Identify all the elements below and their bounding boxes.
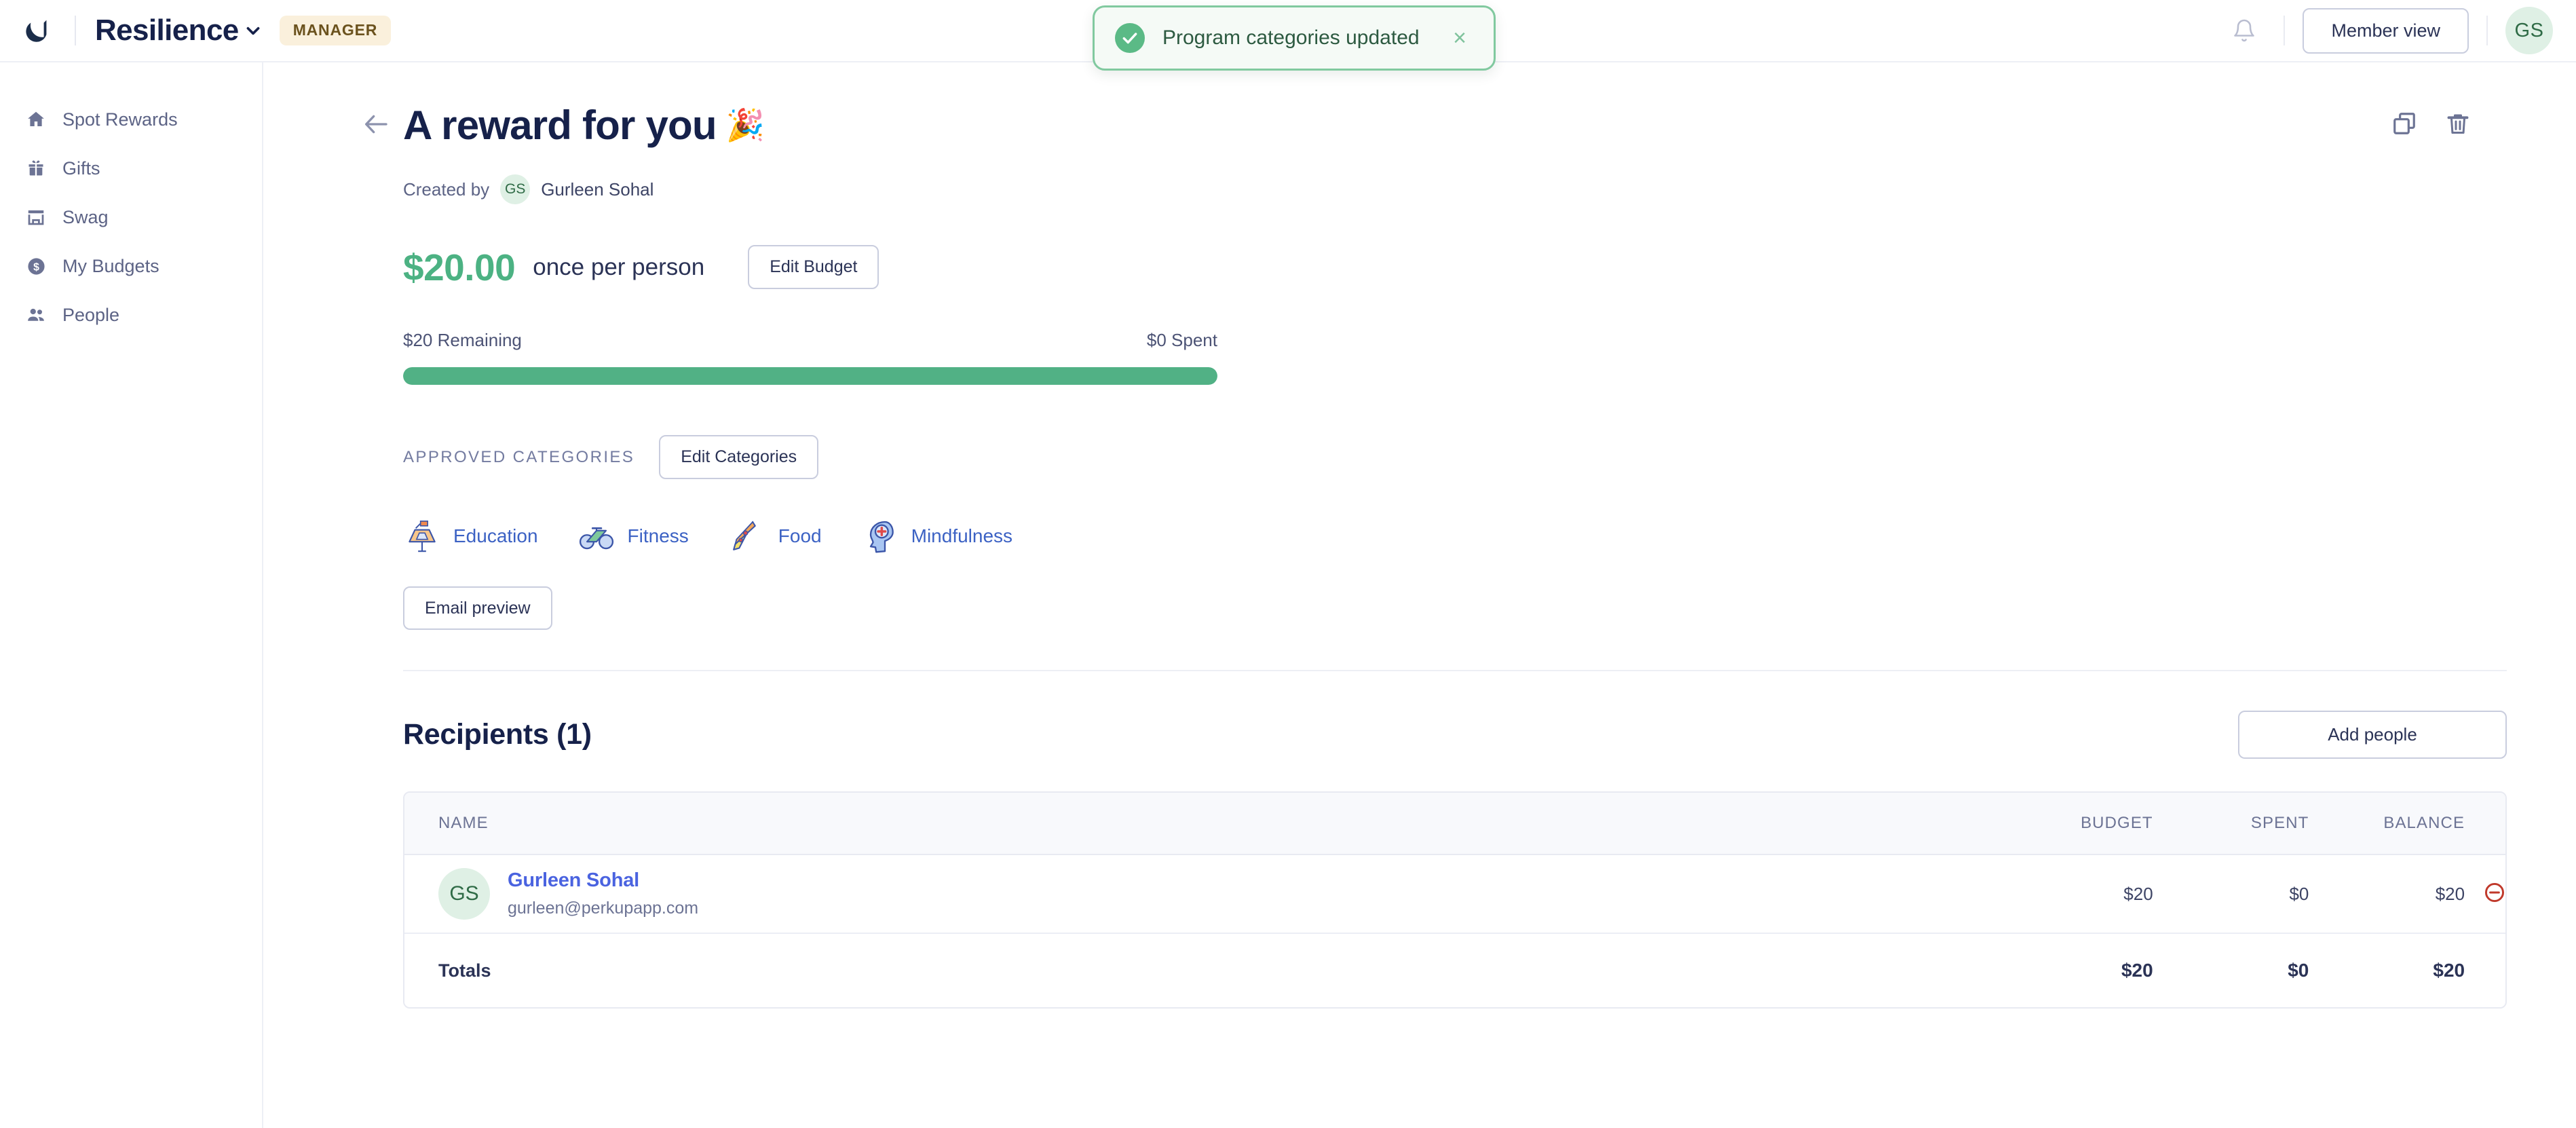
edit-categories-button[interactable]: Edit Categories [659, 435, 819, 479]
page-title-text: A reward for you [403, 102, 717, 148]
mindfulness-head-icon [869, 521, 894, 553]
avatar: GS [500, 174, 531, 204]
budget-amount: $20.00 [403, 246, 516, 288]
recipient-budget: $20 [2123, 883, 2153, 904]
recipient-spent: $0 [2289, 883, 2309, 904]
budget-remaining-label: $20 Remaining [403, 330, 522, 350]
sidebar-item-swag[interactable]: Swag [0, 193, 262, 242]
avatar[interactable]: GS [2505, 7, 2553, 54]
recipient-name-cell: GS Gurleen Sohal gurleen@perkupapp.com [404, 868, 1984, 920]
pizza-icon [732, 521, 756, 550]
resilience-logo-mark-icon [26, 20, 47, 42]
page-title-actions [2391, 111, 2477, 140]
party-popper-emoji: 🎉 [725, 107, 765, 143]
avatar: GS [438, 868, 490, 920]
bell-icon[interactable] [2222, 9, 2266, 52]
budget-progress-fill [403, 367, 1217, 385]
sidebar-navigation: Spot Rewards Gifts Swag $ My Budgets Peo… [0, 62, 263, 1128]
created-by-row: Created by GS Gurleen Sohal [403, 174, 2477, 204]
recipient-email: gurleen@perkupapp.com [508, 899, 699, 918]
table-row: GS Gurleen Sohal gurleen@perkupapp.com $… [404, 855, 2505, 934]
creator-name: Gurleen Sohal [541, 178, 654, 200]
close-icon[interactable]: × [1446, 22, 1473, 54]
approved-categories-label: APPROVED CATEGORIES [403, 447, 635, 466]
divider [2486, 16, 2488, 45]
category-label: Mindfulness [911, 525, 1013, 546]
divider [2284, 16, 2286, 45]
sidebar-item-spot-rewards[interactable]: Spot Rewards [0, 95, 262, 144]
budget-spent-label: $0 Spent [1146, 330, 1217, 350]
back-arrow-icon[interactable] [362, 113, 399, 140]
category-fitness[interactable]: Fitness [577, 517, 689, 555]
sidebar-item-label: Gifts [62, 157, 100, 178]
brand-name: Resilience [95, 14, 239, 47]
role-badge: MANAGER [279, 16, 392, 45]
page-title: A reward for you 🎉 [403, 102, 765, 149]
dollar-circle-icon: $ [24, 255, 48, 278]
sidebar-item-label: My Budgets [62, 255, 159, 276]
sidebar-item-label: Spot Rewards [62, 109, 178, 130]
recipient-balance: $20 [2435, 883, 2465, 904]
page-title-row: A reward for you 🎉 [362, 102, 2477, 149]
totals-budget: $20 [2121, 960, 2153, 981]
duplicate-icon[interactable] [2391, 111, 2417, 140]
approved-categories-header: APPROVED CATEGORIES Edit Categories [403, 435, 2477, 479]
category-label: Food [778, 525, 822, 546]
table-totals-row: Totals $20 $0 $20 [404, 934, 2505, 1007]
section-divider [403, 670, 2507, 671]
budget-summary-row: $20.00 once per person Edit Budget [403, 245, 2477, 289]
sidebar-item-people[interactable]: People [0, 290, 262, 339]
category-label: Fitness [627, 525, 689, 546]
trash-icon[interactable] [2446, 111, 2470, 139]
recipient-name-link[interactable]: Gurleen Sohal [508, 869, 698, 892]
sidebar-item-my-budgets[interactable]: $ My Budgets [0, 242, 262, 290]
remove-circle-icon[interactable] [2484, 882, 2505, 903]
column-header-name: NAME [438, 814, 489, 832]
budget-progress-track [403, 367, 1217, 385]
column-header-budget: BUDGET [2081, 814, 2153, 832]
category-label: Education [453, 525, 538, 546]
recipients-table: NAME BUDGET SPENT BALANCE GS Gurleen Soh… [403, 791, 2507, 1009]
category-mindfulness[interactable]: Mindfulness [861, 517, 1012, 555]
totals-balance: $20 [2433, 960, 2465, 981]
chevron-down-icon[interactable] [244, 22, 262, 39]
budget-progress-block: $20 Remaining $0 Spent [403, 330, 1217, 385]
sidebar-item-label: People [62, 304, 120, 325]
app-logo[interactable] [0, 15, 75, 46]
recipient-remove-cell [2465, 882, 2505, 907]
budget-frequency: once per person [533, 253, 705, 280]
sidebar-item-label: Swag [62, 206, 109, 227]
recipients-header-row: Recipients (1) Add people [403, 711, 2507, 759]
store-icon [24, 206, 48, 229]
sidebar-item-gifts[interactable]: Gifts [0, 144, 262, 193]
created-by-label: Created by [403, 178, 490, 200]
budget-progress-labels: $20 Remaining $0 Spent [403, 330, 1217, 351]
totals-label: Totals [438, 960, 491, 981]
totals-spent: $0 [2288, 960, 2309, 981]
gift-icon [24, 157, 48, 180]
people-icon [24, 303, 48, 326]
toast-message: Program categories updated [1162, 26, 1420, 49]
column-header-balance: BALANCE [2383, 814, 2465, 832]
topbar-right-controls: Member view GS [2222, 7, 2576, 54]
bicycle-icon [579, 527, 613, 550]
education-icon [409, 521, 436, 552]
main-content: A reward for you 🎉 Created by GS Gurleen… [263, 62, 2576, 1128]
email-preview-wrap: Email preview [403, 586, 2477, 630]
category-food[interactable]: Food [728, 517, 822, 555]
email-preview-button[interactable]: Email preview [403, 586, 552, 630]
check-circle-icon [1115, 23, 1145, 53]
member-view-button[interactable]: Member view [2303, 7, 2469, 54]
column-header-spent: SPENT [2250, 814, 2309, 832]
toast-notification: Program categories updated × [1093, 5, 1496, 71]
home-icon [24, 108, 48, 131]
add-people-button[interactable]: Add people [2238, 711, 2507, 759]
recipients-title: Recipients (1) [403, 718, 592, 751]
edit-budget-button[interactable]: Edit Budget [748, 245, 879, 289]
table-header-row: NAME BUDGET SPENT BALANCE [404, 793, 2505, 855]
svg-text:$: $ [33, 261, 39, 273]
approved-categories-list: Education Fitness Food Mindfulness [403, 517, 2477, 555]
logo-divider [75, 16, 76, 45]
category-education[interactable]: Education [403, 517, 538, 555]
